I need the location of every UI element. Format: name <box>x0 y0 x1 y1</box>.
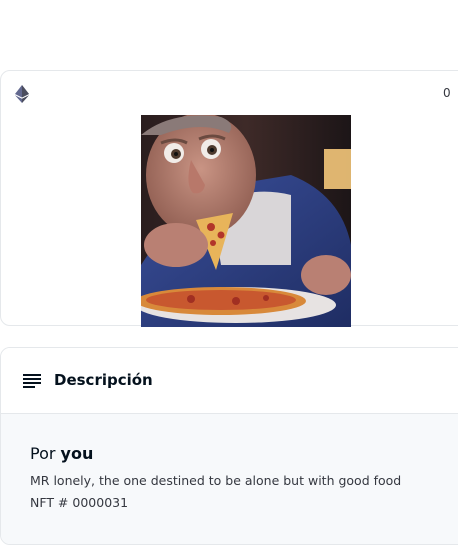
description-panel: Descripción Por you MR lonely, the one d… <box>0 347 458 545</box>
description-body: Por you MR lonely, the one destined to b… <box>1 414 458 544</box>
favorites-count[interactable]: 0 <box>443 86 451 100</box>
nft-item-page: 0 Descripción Por you MR lonely, the one… <box>0 0 458 558</box>
subject-lines-icon <box>23 374 41 388</box>
description-header[interactable]: Descripción <box>1 348 458 414</box>
nft-artwork-image[interactable] <box>141 115 351 327</box>
nft-number: NFT # 0000031 <box>30 495 129 510</box>
description-text: MR lonely, the one destined to be alone … <box>30 470 401 514</box>
item-card-header: 0 <box>1 71 458 115</box>
by-prefix: Por <box>30 444 61 463</box>
creator-link[interactable]: you <box>61 444 94 463</box>
description-sentence: MR lonely, the one destined to be alone … <box>30 473 402 488</box>
creator-line: Por you <box>30 444 93 463</box>
ethereum-icon <box>15 85 29 103</box>
description-title: Descripción <box>54 371 153 389</box>
item-image-card: 0 <box>0 70 458 327</box>
